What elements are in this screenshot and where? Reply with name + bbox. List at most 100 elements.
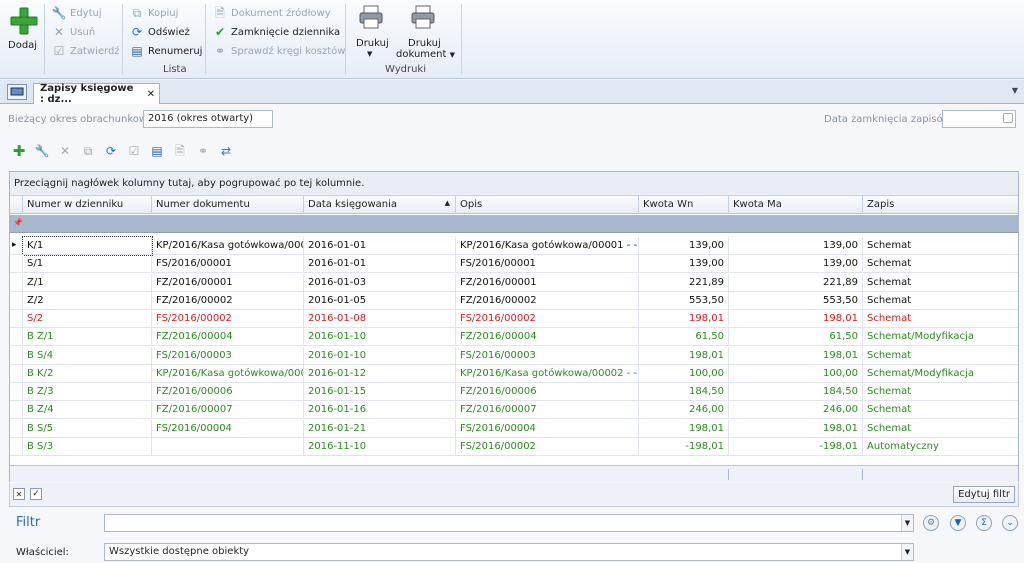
expand-icon[interactable]: ⌄ xyxy=(1002,515,1018,531)
table-cell[interactable]: 246,00 xyxy=(729,401,863,420)
table-row[interactable]: B S/5 FS/2016/00004 2016-01-21 FS/2016/0000… xyxy=(10,419,1018,438)
table-cell[interactable]: Schemat xyxy=(863,383,1020,401)
table-cell[interactable]: B S/5 xyxy=(23,419,152,438)
close-icon[interactable]: ✕ xyxy=(147,89,155,100)
table-cell[interactable]: 61,50 xyxy=(639,328,729,347)
table-row[interactable]: S/1 FS/2016/00001 2016-01-01 FS/2016/00001 1… xyxy=(10,255,1020,274)
row-indicator[interactable] xyxy=(10,273,23,292)
table-cell[interactable]: 139,00 xyxy=(729,255,863,274)
table-cell[interactable]: 2016-11-10 xyxy=(304,437,456,456)
copy-icon[interactable]: ⧉ xyxy=(81,144,95,158)
table-cell[interactable]: 198,01 xyxy=(729,419,863,438)
table-cell[interactable] xyxy=(152,437,304,456)
table-cell[interactable]: B Z/1 xyxy=(23,328,152,347)
approve-icon[interactable]: ☑ xyxy=(127,144,141,158)
table-cell[interactable]: FS/2016/00003 xyxy=(456,346,639,365)
table-cell[interactable]: FS/2016/00003 xyxy=(152,346,304,365)
table-cell[interactable]: FS/2016/00002 xyxy=(152,310,304,328)
table-cell[interactable]: 553,50 xyxy=(729,291,863,310)
row-indicator[interactable] xyxy=(10,291,23,310)
row-indicator[interactable] xyxy=(10,310,23,328)
table-cell[interactable]: FS/2016/00002 xyxy=(456,310,639,328)
table-cell[interactable]: 2016-01-01 xyxy=(304,255,456,274)
row-indicator[interactable] xyxy=(10,401,23,420)
table-cell[interactable]: Schemat xyxy=(863,347,1020,365)
table-cell[interactable]: FZ/2016/00007 xyxy=(152,401,304,420)
table-row[interactable]: B Z/1 FZ/2016/00004 2016-01-10 FZ/2016/0000… xyxy=(10,328,1020,347)
sum-icon[interactable]: Σ xyxy=(976,515,992,531)
approve-button[interactable]: ☑ Zatwierdź xyxy=(52,42,120,60)
table-cell[interactable]: 184,50 xyxy=(639,383,729,401)
table-cell[interactable]: FZ/2016/00006 xyxy=(152,383,304,401)
table-cell[interactable]: B S/4 xyxy=(23,346,152,365)
add-button[interactable]: Dodaj xyxy=(4,4,40,60)
col-header-credit[interactable]: Kwota Ma xyxy=(729,196,863,214)
table-row[interactable]: B K/2 KP/2016/Kasa gotówkowa/00002 2016-01… xyxy=(10,364,1020,383)
table-cell[interactable]: FZ/2016/00002 xyxy=(456,291,639,310)
table-cell[interactable]: FS/2016/00004 xyxy=(456,419,639,438)
table-cell[interactable]: 2016-01-05 xyxy=(304,291,456,310)
table-cell[interactable]: Schemat xyxy=(863,292,1020,310)
table-cell[interactable]: Schemat xyxy=(863,310,1020,328)
monitor-icon[interactable] xyxy=(7,84,27,100)
print-document-button[interactable]: Drukuj dokument ▼ xyxy=(394,4,455,60)
source-document-icon[interactable]: 🗎 xyxy=(173,144,187,158)
table-row[interactable]: Z/1 FZ/2016/00001 2016-01-03 FZ/2016/00001 2… xyxy=(10,273,1020,292)
table-cell[interactable]: FZ/2016/00004 xyxy=(456,328,639,347)
table-cell[interactable]: Schemat xyxy=(863,274,1020,292)
renumber-icon[interactable]: ▤ xyxy=(150,144,164,158)
table-cell[interactable]: 221,89 xyxy=(639,273,729,292)
row-indicator[interactable] xyxy=(10,346,23,365)
table-cell[interactable]: 198,01 xyxy=(639,346,729,365)
table-cell[interactable]: S/2 xyxy=(23,310,152,328)
delete-icon[interactable]: ✕ xyxy=(58,144,72,158)
table-cell[interactable]: FZ/2016/00006 xyxy=(456,383,639,401)
table-cell[interactable]: KP/2016/Kasa gotówkowa/00002 - - xyxy=(456,364,639,383)
table-cell[interactable]: 139,00 xyxy=(639,255,729,274)
row-indicator[interactable] xyxy=(10,255,23,274)
table-cell[interactable]: FS/2016/00001 xyxy=(456,255,639,274)
table-cell[interactable]: Z/1 xyxy=(23,273,152,292)
table-cell[interactable]: FS/2016/00002 xyxy=(456,437,639,456)
table-cell[interactable]: 2016-01-21 xyxy=(304,419,456,438)
table-cell[interactable]: 184,50 xyxy=(729,383,863,401)
copy-button[interactable]: ⧉ Kopiuj xyxy=(130,4,179,22)
table-row[interactable]: Z/2 FZ/2016/00002 2016-01-05 FZ/2016/00002 5… xyxy=(10,291,1020,310)
owner-combo[interactable]: Wszystkie dostępne obiekty ▼ xyxy=(104,543,914,561)
row-indicator[interactable] xyxy=(10,364,23,383)
renumber-button[interactable]: ▤ Renumeruj xyxy=(130,42,202,60)
table-cell[interactable]: Schemat/Modyfikacja xyxy=(863,328,1020,346)
table-cell[interactable]: Schemat xyxy=(863,401,1020,419)
table-cell[interactable]: 198,01 xyxy=(729,310,863,328)
table-cell[interactable]: 2016-01-10 xyxy=(304,346,456,365)
table-cell[interactable]: FZ/2016/00007 xyxy=(456,401,639,420)
table-cell[interactable]: FZ/2016/00002 xyxy=(152,291,304,310)
table-cell[interactable]: 2016-01-08 xyxy=(304,310,456,328)
settings-icon[interactable]: ⚙ xyxy=(923,515,939,531)
group-by-area[interactable]: Przeciągnij nagłówek kolumny tutaj, aby … xyxy=(10,172,1018,196)
table-cell[interactable]: 198,01 xyxy=(639,310,729,328)
check-cost-circles-button[interactable]: ⚭ Sprawdź kręgi kosztów xyxy=(213,42,346,60)
table-cell[interactable]: 246,00 xyxy=(639,401,729,420)
period-field[interactable]: 2016 (okres otwarty) xyxy=(143,110,273,128)
table-cell[interactable]: 100,00 xyxy=(729,364,863,383)
table-cell[interactable]: 2016-01-01 xyxy=(304,237,456,255)
table-cell[interactable]: Schemat xyxy=(863,255,1020,273)
edit-filter-button[interactable]: Edytuj filtr xyxy=(953,486,1015,503)
table-cell[interactable]: Automatyczny xyxy=(863,438,1020,456)
table-cell[interactable]: Schemat/Modyfikacja xyxy=(863,365,1020,383)
table-cell[interactable]: FZ/2016/00004 xyxy=(152,328,304,347)
edit-button[interactable]: 🔧 Edytuj xyxy=(52,4,102,22)
close-date-field[interactable] xyxy=(942,110,1016,128)
table-row[interactable]: ▸ K/1 KP/2016/Kasa gotówkowa/00001 2016-01-… xyxy=(10,236,1018,256)
filter-combo[interactable]: ▼ xyxy=(104,514,914,532)
table-cell[interactable]: KP/2016/Kasa gotówkowa/00001 xyxy=(152,237,304,255)
wrench-icon[interactable]: 🔧 xyxy=(35,144,50,158)
table-cell[interactable]: FZ/2016/00001 xyxy=(152,273,304,292)
refresh-icon[interactable]: ⟳ xyxy=(104,144,118,158)
col-header-journal-number[interactable]: Numer w dzienniku xyxy=(23,196,152,214)
funnel-icon[interactable]: ▼ xyxy=(950,515,966,531)
add-icon[interactable]: ✚ xyxy=(12,143,26,158)
table-cell[interactable]: B K/2 xyxy=(23,364,152,383)
table-cell[interactable]: 553,50 xyxy=(639,291,729,310)
